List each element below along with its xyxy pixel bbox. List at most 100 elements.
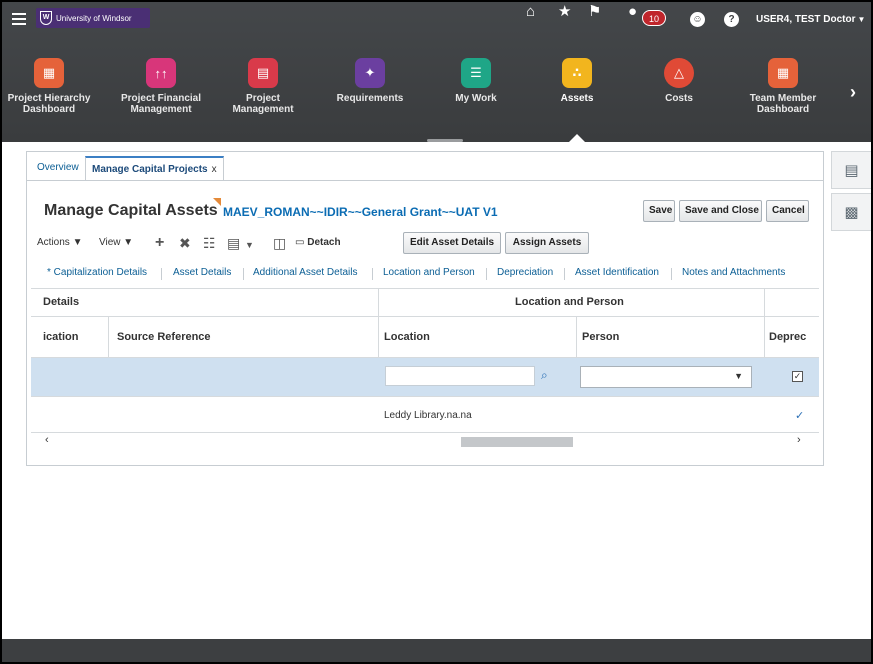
tab-bar: Overview Manage Capital Projects x — [27, 152, 823, 181]
springboard-label: Project Financial Management — [120, 93, 202, 115]
dashboard-icon: ▦ — [768, 58, 798, 88]
springboard-item-assets[interactable]: ∴ Assets — [532, 58, 622, 104]
springboard-item-requirements[interactable]: ✦ Requirements — [325, 58, 415, 104]
chevron-down-icon: ▼ — [734, 371, 743, 381]
link-asset-details[interactable]: Asset Details — [173, 267, 231, 278]
separator — [372, 268, 373, 280]
help-icon[interactable]: ? — [724, 12, 739, 27]
link-location-and-person[interactable]: Location and Person — [383, 267, 475, 278]
scrollbar-thumb[interactable] — [461, 437, 573, 447]
actions-label: Actions — [37, 237, 70, 248]
checklist-icon: ☰ — [461, 58, 491, 88]
notifications-bell-icon[interactable]: ● — [628, 2, 637, 22]
depreciate-checkbox[interactable]: ✓ — [792, 371, 803, 382]
view-menu[interactable]: View ▼ — [99, 231, 133, 255]
content-area: Overview Manage Capital Projects x Manage… — [2, 142, 871, 639]
bar-chart-icon[interactable]: ▩ — [831, 193, 871, 231]
springboard-item-project-management[interactable]: ▤ Project Management — [218, 58, 308, 115]
search-lov-icon[interactable]: ⌕ — [541, 368, 548, 383]
group-header-details: Details — [43, 296, 80, 308]
home-icon[interactable]: ⌂ — [526, 2, 535, 22]
column-divider — [576, 316, 577, 357]
location-input[interactable] — [385, 366, 535, 386]
column-divider — [378, 288, 379, 357]
changed-indicator-icon — [213, 198, 221, 206]
detach-icon: ▭ — [295, 237, 305, 248]
university-logo[interactable]: W University of Windsor — [36, 8, 150, 28]
column-header-capitalization-location[interactable]: ication — [43, 331, 78, 343]
person-select[interactable]: ▼ — [580, 366, 752, 388]
tab-label: Manage Capital Projects — [92, 164, 208, 175]
column-header-person[interactable]: Person — [582, 331, 619, 343]
springboard-item-project-financial-management[interactable]: ↑↑ Project Financial Management — [116, 58, 206, 115]
link-capitalization-details[interactable]: * Capitalization Details — [47, 267, 147, 278]
springboard-label: Team Member Dashboard — [749, 93, 817, 115]
column-header-depreciate[interactable]: Deprec — [769, 331, 806, 343]
assign-assets-button[interactable]: Assign Assets — [505, 232, 589, 254]
save-and-close-button[interactable]: Save and Close — [679, 200, 762, 222]
logo-text: University of Windsor — [56, 13, 132, 23]
springboard-label: Assets — [560, 93, 594, 104]
springboard-item-project-hierarchy-dashboard[interactable]: ▦ Project Hierarchy Dashboard — [4, 58, 94, 115]
link-depreciation[interactable]: Depreciation — [497, 267, 553, 278]
separator — [161, 268, 162, 280]
link-additional-asset-details[interactable]: Additional Asset Details — [253, 267, 358, 278]
format-icon[interactable]: ▤ — [227, 234, 240, 252]
split-icon[interactable]: ☷ — [203, 234, 216, 252]
separator — [486, 268, 487, 280]
group-header-location-and-person: Location and Person — [515, 296, 624, 308]
horizontal-scrollbar[interactable]: ‹ › — [31, 433, 819, 449]
springboard-label: My Work — [455, 93, 497, 104]
crest-icon: W — [40, 11, 52, 25]
depreciate-check-icon: ✓ — [795, 410, 805, 422]
scroll-left-icon[interactable]: ‹ — [45, 434, 49, 446]
location-cell: Leddy Library.na.na — [384, 410, 472, 421]
separator — [564, 268, 565, 280]
rule — [31, 288, 819, 289]
favorites-star-icon[interactable]: ★ — [558, 2, 571, 22]
add-icon[interactable]: + — [155, 234, 164, 252]
column-header-source-reference[interactable]: Source Reference — [117, 331, 211, 343]
chevron-right-icon[interactable]: › — [850, 82, 856, 103]
user-menu[interactable]: USER4, TEST Doctor ▼ — [756, 14, 865, 25]
page-title: Manage Capital Assets — [44, 202, 218, 219]
column-divider — [108, 316, 109, 357]
chevron-down-icon: ▼ — [123, 237, 134, 248]
rule — [31, 316, 819, 317]
assets-table: Details Location and Person ication Sour… — [31, 288, 819, 452]
link-notes-and-attachments[interactable]: Notes and Attachments — [682, 267, 785, 278]
project-icon: ▤ — [248, 58, 278, 88]
springboard-item-my-work[interactable]: ☰ My Work — [431, 58, 521, 104]
separator — [243, 268, 244, 280]
document-icon[interactable]: ▤ — [831, 151, 871, 189]
page-subtitle: MAEV_ROMAN~~IDIR~~General Grant~~UAT V1 — [223, 205, 498, 219]
springboard-label: Project Management — [232, 93, 294, 115]
tab-manage-capital-projects[interactable]: Manage Capital Projects x — [85, 156, 224, 181]
column-header-location[interactable]: Location — [384, 331, 430, 343]
actions-menu[interactable]: Actions ▼ — [37, 231, 82, 255]
springboard-label: Requirements — [336, 93, 404, 104]
springboard-label: Project Hierarchy Dashboard — [7, 93, 91, 115]
chevron-down-icon[interactable]: ▼ — [245, 236, 254, 254]
navigator-menu-icon[interactable] — [12, 13, 26, 25]
springboard-label: Costs — [665, 93, 693, 104]
column-divider — [764, 288, 765, 357]
edit-asset-details-button[interactable]: Edit Asset Details — [403, 232, 501, 254]
close-icon[interactable]: x — [212, 164, 217, 175]
link-asset-identification[interactable]: Asset Identification — [575, 267, 659, 278]
tab-overview[interactable]: Overview — [31, 156, 85, 181]
dashboard-icon: ▦ — [34, 58, 64, 88]
springboard-item-team-member-dashboard[interactable]: ▦ Team Member Dashboard — [738, 58, 828, 115]
springboard-item-costs[interactable]: △ Costs — [634, 58, 724, 104]
delete-icon[interactable]: ✖ — [179, 234, 191, 252]
scroll-right-icon[interactable]: › — [797, 434, 801, 446]
watchlist-flag-icon[interactable]: ⚑ — [588, 2, 601, 22]
detach-button[interactable]: ▭ Detach — [295, 231, 341, 255]
accessibility-icon[interactable]: ☺ — [690, 12, 705, 27]
notification-count-badge[interactable]: 10 — [642, 10, 666, 26]
detach-label: Detach — [307, 237, 341, 248]
freeze-icon[interactable]: ◫ — [273, 234, 286, 252]
save-button[interactable]: Save — [643, 200, 675, 222]
chevron-down-icon: ▼ — [72, 237, 83, 248]
cancel-button[interactable]: Cancel — [766, 200, 809, 222]
